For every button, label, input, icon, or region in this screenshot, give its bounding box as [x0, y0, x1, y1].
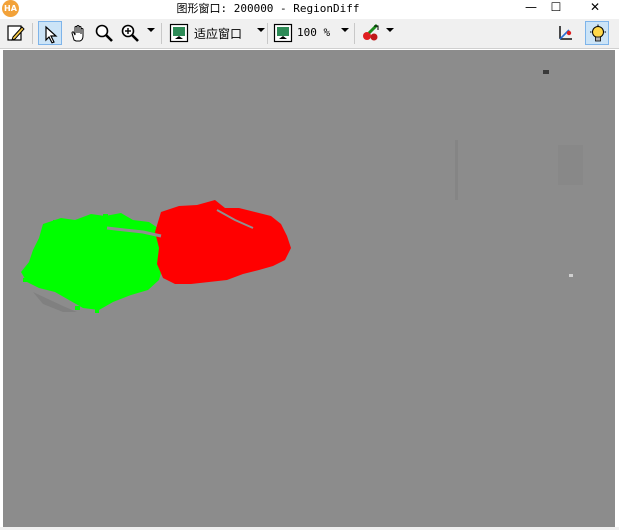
fit-window-label[interactable]: 适应窗口: [194, 25, 242, 42]
axes-icon: [559, 26, 572, 40]
zoom-in-button[interactable]: [118, 21, 142, 45]
window-title: 图形窗口: 200000 - RegionDiff: [176, 2, 360, 15]
dark-speck: [543, 70, 549, 74]
pan-tool-button[interactable]: [66, 21, 90, 45]
pointer-icon: [45, 25, 58, 44]
lightbulb-button[interactable]: [585, 21, 609, 45]
color-picker-button[interactable]: [359, 21, 383, 45]
coordinate-axes-button[interactable]: [553, 21, 577, 45]
fit-window-icon: [169, 23, 189, 43]
fit-window-button[interactable]: [167, 21, 191, 45]
fit-window-dropdown-arrow[interactable]: [257, 28, 265, 32]
maximize-button[interactable]: ☐: [541, 0, 571, 17]
close-button[interactable]: ✕: [580, 0, 610, 17]
magnifier-tool-button[interactable]: [92, 21, 116, 45]
toolbar-separator: [161, 23, 162, 44]
toolbar: 适应窗口 100 %: [0, 19, 619, 49]
edit-icon: [7, 25, 25, 41]
green-speck: [23, 278, 27, 282]
zoom-percent-label[interactable]: 100 %: [297, 26, 330, 39]
region-diff-image: [3, 50, 615, 527]
toolbar-separator: [267, 23, 268, 44]
zoom-percent-icon: [273, 23, 293, 43]
zoom-percent-dropdown-arrow[interactable]: [341, 28, 349, 32]
texture-streak: [558, 145, 583, 185]
image-canvas[interactable]: [3, 50, 615, 527]
bright-speck: [569, 274, 573, 277]
toolbar-separator: [354, 23, 355, 44]
color-picker-icon: [363, 23, 379, 41]
color-picker-dropdown-arrow[interactable]: [386, 28, 394, 32]
zoom-percent-button[interactable]: [271, 21, 295, 45]
graphics-window: HA 图形窗口: 200000 - RegionDiff — ☐ ✕ 适应窗口 …: [0, 0, 619, 530]
green-speck: [103, 214, 108, 217]
title-bar[interactable]: HA 图形窗口: 200000 - RegionDiff — ☐ ✕: [0, 0, 619, 18]
zoom-in-icon: [121, 24, 139, 42]
edit-button[interactable]: [4, 21, 28, 45]
hand-icon: [71, 25, 84, 42]
magnifier-icon: [95, 24, 113, 42]
lightbulb-icon: [590, 24, 606, 42]
pointer-tool-button[interactable]: [38, 21, 62, 45]
zoom-dropdown-arrow[interactable]: [147, 28, 155, 32]
green-speck: [75, 306, 80, 310]
green-speck: [53, 220, 56, 224]
texture-streak: [455, 140, 458, 200]
green-speck: [95, 308, 99, 313]
toolbar-separator: [32, 23, 33, 44]
